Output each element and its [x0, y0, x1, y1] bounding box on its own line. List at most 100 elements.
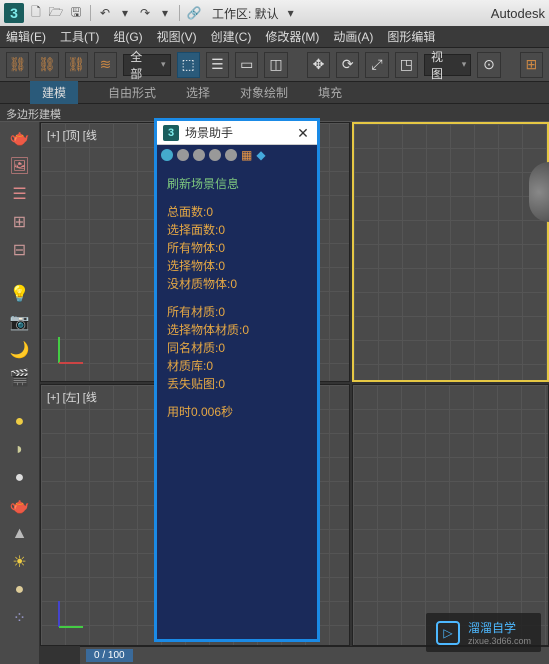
- dlg-btn-7-icon[interactable]: ◆: [256, 148, 265, 162]
- qat-new-icon[interactable]: 🗋: [28, 5, 44, 21]
- stats-materials-group: 所有材质:0 选择物体材质:0 同名材质:0 材质库:0 丢失贴图:0: [167, 303, 307, 393]
- dialog-logo-icon: 3: [163, 125, 179, 141]
- watermark-url: zixue.3d66.com: [468, 636, 531, 646]
- stat-all-materials: 所有材质:0: [167, 303, 307, 321]
- grid-icon[interactable]: ⊞: [6, 210, 34, 234]
- main-toolbar: ⛓ ⛓ ⛓ ≋ 全部 ⬚ ☰ ▭ ◫ ✥ ⟳ ⤢ ◳ 视图 ⊙ ⊞: [0, 48, 549, 82]
- move-icon[interactable]: ✥: [307, 52, 330, 78]
- rotate-icon[interactable]: ⟳: [336, 52, 359, 78]
- play-icon: ▷: [436, 621, 460, 645]
- menu-create[interactable]: 创建(C): [211, 28, 252, 45]
- sphere-white-icon[interactable]: ●: [6, 466, 34, 490]
- teapot-icon[interactable]: 🫖: [6, 126, 34, 150]
- tab-selection[interactable]: 选择: [186, 84, 210, 101]
- ref-coord-dropdown[interactable]: 视图: [424, 54, 471, 76]
- dialog-title-bar[interactable]: 3 场景助手 ✕: [157, 121, 317, 145]
- stat-no-material-objects: 没材质物体:0: [167, 275, 307, 293]
- app-logo-icon[interactable]: 3: [4, 3, 24, 23]
- tab-populate[interactable]: 填充: [318, 84, 342, 101]
- sphere-tan-icon[interactable]: ●: [6, 578, 34, 602]
- selection-filter-dropdown[interactable]: 全部: [123, 54, 170, 76]
- view-cube-icon[interactable]: [529, 162, 549, 222]
- qat-undo-icon[interactable]: ↶: [97, 5, 113, 21]
- qat-link-icon[interactable]: 🔗: [186, 5, 202, 21]
- cone-icon[interactable]: ▲: [6, 522, 34, 546]
- dlg-btn-3-icon[interactable]: [193, 149, 205, 161]
- select-region-icon[interactable]: ▭: [235, 52, 258, 78]
- tab-modeling[interactable]: 建模: [30, 81, 78, 104]
- menu-views[interactable]: 视图(V): [157, 28, 197, 45]
- particles-icon[interactable]: ⁘: [6, 606, 34, 630]
- separator: [90, 5, 91, 21]
- dialog-toolbar: ▦ ◆: [157, 145, 317, 165]
- refresh-scene-info[interactable]: 刷新场景信息: [167, 175, 307, 193]
- light-icon[interactable]: 💡: [6, 282, 34, 306]
- menu-graph[interactable]: 图形编辑: [387, 28, 435, 45]
- sun-icon[interactable]: ☀: [6, 550, 34, 574]
- scale-icon[interactable]: ⤢: [365, 52, 388, 78]
- select-name-icon[interactable]: ☰: [206, 52, 229, 78]
- sphere-yellow-icon[interactable]: ●: [6, 410, 34, 434]
- stat-all-objects: 所有物体:0: [167, 239, 307, 257]
- snap-icon[interactable]: ⊞: [520, 52, 543, 78]
- viewport-label-top[interactable]: [+] [顶] [线: [47, 127, 97, 143]
- dlg-btn-5-icon[interactable]: [225, 149, 237, 161]
- qat-dropdown-icon[interactable]: ▾: [283, 5, 299, 21]
- window-crossing-icon[interactable]: ◫: [264, 52, 287, 78]
- viewport-active[interactable]: [352, 122, 549, 382]
- stat-selected-faces: 选择面数:0: [167, 221, 307, 239]
- qat-open-icon[interactable]: 🗁: [48, 5, 64, 21]
- use-pivot-icon[interactable]: ⊙: [477, 52, 500, 78]
- tab-object-paint[interactable]: 对象绘制: [240, 84, 288, 101]
- list-icon[interactable]: ☰: [6, 182, 34, 206]
- timeline-frame[interactable]: 0 / 100: [86, 649, 133, 662]
- stats-faces-group: 总面数:0 选择面数:0 所有物体:0 选择物体:0 没材质物体:0: [167, 203, 307, 293]
- camera-icon[interactable]: 📷: [6, 310, 34, 334]
- qat-dropdown-icon[interactable]: ▾: [117, 5, 133, 21]
- qat-redo-icon[interactable]: ↷: [137, 5, 153, 21]
- watermark: ▷ 溜溜自学 zixue.3d66.com: [426, 613, 541, 652]
- qat-save-icon[interactable]: 🖫: [68, 5, 84, 21]
- watermark-title: 溜溜自学: [468, 619, 531, 636]
- menu-group[interactable]: 组(G): [113, 28, 142, 45]
- image-icon[interactable]: 🖼: [6, 154, 34, 178]
- unlink-icon[interactable]: ⛓: [35, 52, 58, 78]
- dlg-btn-1-icon[interactable]: [161, 149, 173, 161]
- dlg-btn-2-icon[interactable]: [177, 149, 189, 161]
- watermark-text: 溜溜自学 zixue.3d66.com: [468, 619, 531, 646]
- stat-selected-obj-materials: 选择物体材质:0: [167, 321, 307, 339]
- moon-icon[interactable]: 🌙: [6, 338, 34, 362]
- link-icon[interactable]: ⛓: [6, 52, 29, 78]
- scene-assistant-dialog: 3 场景助手 ✕ ▦ ◆ 刷新场景信息 总面数:0 选择面数:0 所有物体:0 …: [156, 120, 318, 640]
- teapot2-icon[interactable]: 🫖: [6, 494, 34, 518]
- close-icon[interactable]: ✕: [295, 125, 311, 141]
- dome-icon[interactable]: ◗: [6, 438, 34, 462]
- workspace-label[interactable]: 工作区: 默认: [212, 5, 279, 22]
- viewport-label-left[interactable]: [+] [左] [线: [47, 389, 97, 405]
- axis-gizmo-icon: [51, 331, 91, 371]
- menu-tools[interactable]: 工具(T): [60, 28, 99, 45]
- dlg-btn-6-icon[interactable]: ▦: [241, 148, 252, 162]
- app-name: Autodesk: [491, 6, 545, 21]
- viewport-persp[interactable]: [352, 384, 549, 646]
- left-toolbar: 🫖 🖼 ☰ ⊞ ⊟ 💡 📷 🌙 🎬 ● ◗ ● 🫖 ▲ ☀ ● ⁘: [0, 122, 40, 664]
- dlg-btn-4-icon[interactable]: [209, 149, 221, 161]
- qat-dropdown-icon[interactable]: ▾: [157, 5, 173, 21]
- stat-same-name-materials: 同名材质:0: [167, 339, 307, 357]
- title-bar: 3 🗋 🗁 🖫 ↶ ▾ ↷ ▾ 🔗 工作区: 默认 ▾ Autodesk: [0, 0, 549, 26]
- dialog-title: 场景助手: [185, 124, 233, 141]
- table-icon[interactable]: ⊟: [6, 238, 34, 262]
- separator: [179, 5, 180, 21]
- bind-icon[interactable]: ⛓: [65, 52, 88, 78]
- schematic-icon[interactable]: ≋: [94, 52, 117, 78]
- menu-animation[interactable]: 动画(A): [333, 28, 373, 45]
- menu-edit[interactable]: 编辑(E): [6, 28, 46, 45]
- stat-total-faces: 总面数:0: [167, 203, 307, 221]
- viewport-grid: [353, 385, 548, 645]
- stat-missing-maps: 丢失贴图:0: [167, 375, 307, 393]
- menu-modifiers[interactable]: 修改器(M): [265, 28, 319, 45]
- placement-icon[interactable]: ◳: [395, 52, 418, 78]
- select-object-icon[interactable]: ⬚: [177, 52, 200, 78]
- movie-icon[interactable]: 🎬: [6, 366, 34, 390]
- tab-freeform[interactable]: 自由形式: [108, 84, 156, 101]
